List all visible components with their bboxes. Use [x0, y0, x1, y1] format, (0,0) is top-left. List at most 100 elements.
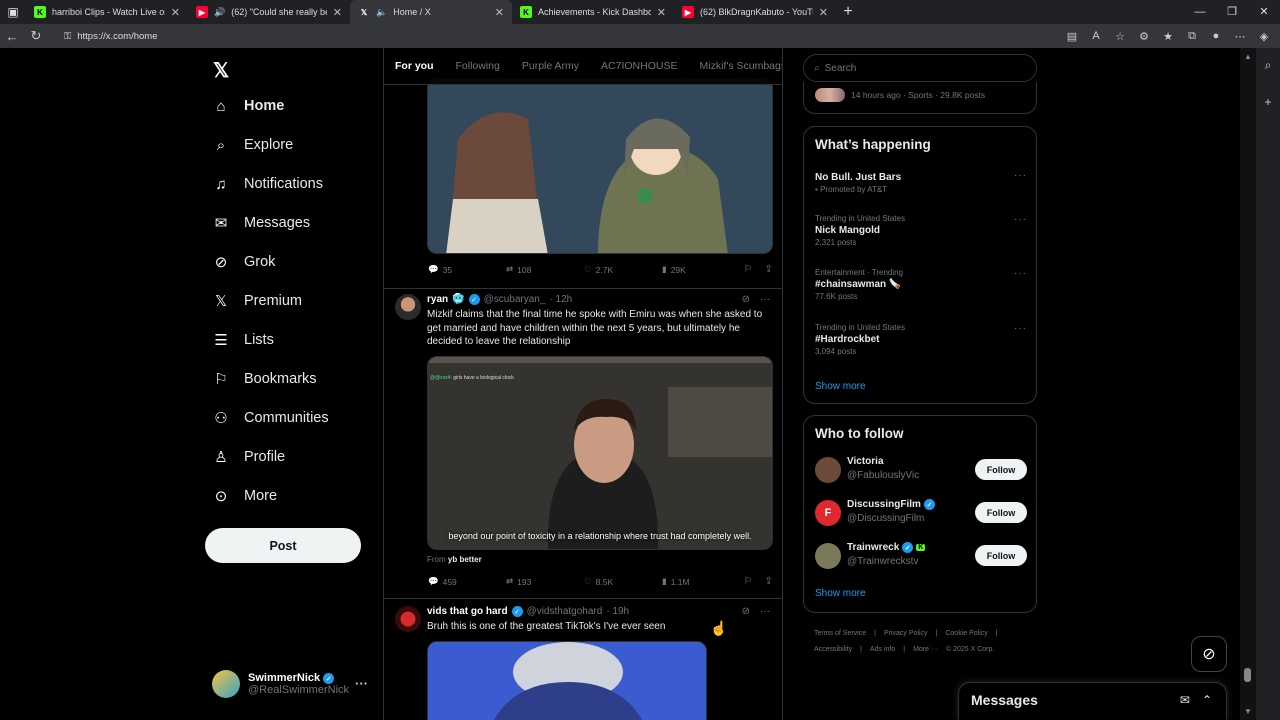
post-time[interactable]: · 19h — [606, 606, 629, 617]
post-media-video[interactable] — [427, 641, 707, 720]
share-icon[interactable]: ⇪ — [765, 264, 773, 275]
follow-button[interactable]: Follow — [975, 545, 1027, 566]
tab-ac7ionhouse[interactable]: AC7IONHOUSE — [590, 60, 688, 72]
trend-item[interactable]: Trending in United States Nick Mangold 2… — [815, 214, 1027, 247]
share-icon[interactable]: ⇪ — [765, 576, 773, 587]
post-media-video[interactable]: @@xxx4: girls have a biological clock be… — [427, 356, 773, 550]
nav-communities[interactable]: ⚇ Communities — [212, 409, 328, 427]
favorites-icon[interactable]: ★ — [1158, 30, 1178, 43]
trend-item[interactable]: No Bull. Just Bars ▪ Promoted by AT&T ··… — [815, 170, 1027, 194]
nav-grok[interactable]: ⊘ Grok — [212, 253, 276, 271]
reader-icon[interactable]: ▤ — [1062, 30, 1082, 43]
footer-link[interactable]: More ··· — [913, 646, 938, 653]
speaker-icon[interactable]: 🔈 — [376, 7, 387, 18]
footer-link[interactable]: Ads info — [870, 646, 895, 653]
browser-tab[interactable]: K Achievements - Kick Dashboard ✕ — [512, 0, 674, 24]
expand-chevron-icon[interactable]: ⌃ — [1202, 693, 1212, 707]
favorite-star-icon[interactable]: ☆ — [1110, 30, 1130, 43]
footer-link[interactable]: Cookie Policy — [945, 630, 987, 637]
repost-button[interactable]: ⇄ 108 — [506, 264, 584, 275]
browser-tab[interactable]: ▶ (62) BlkDragnKabuto - YouTube ✕ — [674, 0, 836, 24]
reload-icon[interactable]: ↻ — [24, 28, 48, 44]
reply-button[interactable]: 💬 459 — [428, 576, 506, 587]
nav-profile[interactable]: ♙ Profile — [212, 448, 285, 466]
nav-bookmarks[interactable]: ⚐ Bookmarks — [212, 370, 316, 388]
site-info-icon[interactable]: ⚿ — [64, 31, 71, 42]
new-tab-button[interactable]: + — [836, 3, 860, 21]
account-switcher[interactable]: SwimmerNick ✓ @RealSwimmerNick ··· — [212, 670, 382, 698]
speaker-icon[interactable]: 🔊 — [214, 7, 225, 18]
more-icon[interactable]: ··· — [1014, 214, 1027, 225]
nav-lists[interactable]: ☰ Lists — [212, 331, 274, 349]
sports-trend-card[interactable]: 14 hours ago · Sports · 29.8K posts — [803, 82, 1037, 114]
close-window-icon[interactable]: ✕ — [1248, 0, 1280, 24]
grok-explain-icon[interactable]: ⊘ — [742, 606, 750, 617]
maximize-icon[interactable]: ❐ — [1216, 0, 1248, 24]
post-time[interactable]: · 12h — [549, 294, 572, 305]
scroll-down-icon[interactable]: ▼ — [1244, 707, 1252, 716]
bookmark-icon[interactable]: ⚐ — [744, 576, 753, 587]
footer-link[interactable]: Privacy Policy — [884, 630, 928, 637]
from-source[interactable]: yb better — [448, 555, 482, 564]
avatar[interactable] — [395, 294, 421, 320]
extensions-icon[interactable]: ⚙ — [1134, 30, 1154, 43]
nav-more[interactable]: ⊙ More — [212, 487, 277, 505]
tab-following[interactable]: Following — [445, 60, 511, 72]
collections-icon[interactable]: ⧉ — [1182, 30, 1202, 43]
views-button[interactable]: ▮ 1.1M — [662, 576, 740, 587]
browser-tab[interactable]: K harriboi Clips - Watch Live on Kick ✕ — [26, 0, 188, 24]
search-input[interactable]: ⌕ Search — [803, 54, 1037, 82]
show-more-link[interactable]: Show more — [815, 588, 866, 599]
profile-avatar-icon[interactable]: ● — [1206, 30, 1226, 42]
back-icon[interactable]: ← — [0, 29, 24, 44]
reply-button[interactable]: 💬 35 — [428, 264, 506, 275]
post-button[interactable]: Post — [205, 528, 361, 563]
footer-link[interactable]: Accessibility — [814, 646, 852, 653]
nav-explore[interactable]: ⌕ Explore — [212, 136, 293, 154]
page-scrollbar[interactable]: ▲ ▼ — [1240, 48, 1256, 720]
close-tab-icon[interactable]: ✕ — [657, 6, 666, 19]
like-button[interactable]: ♡ 8.5K — [584, 576, 662, 587]
copilot-icon[interactable]: ◈ — [1254, 30, 1274, 43]
avatar[interactable] — [395, 606, 421, 632]
nav-home[interactable]: ⌂ Home — [212, 97, 284, 115]
more-icon[interactable]: ··· — [1014, 268, 1027, 279]
browser-tab[interactable]: ▶ 🔊 (62) "Could she really be here ✕ — [188, 0, 350, 24]
account-more-icon[interactable]: ··· — [355, 676, 368, 691]
close-tab-icon[interactable]: ✕ — [333, 6, 342, 19]
show-more-link[interactable]: Show more — [815, 381, 866, 392]
close-tab-icon[interactable]: ✕ — [171, 6, 180, 19]
tab-for-you[interactable]: For you — [384, 60, 445, 72]
follow-button[interactable]: Follow — [975, 459, 1027, 480]
close-tab-icon[interactable]: ✕ — [819, 6, 828, 19]
footer-link[interactable]: Terms of Service — [814, 630, 866, 637]
url-field[interactable]: ⚿ https://x.com/home — [58, 27, 1078, 45]
more-icon[interactable]: ··· — [1014, 170, 1027, 181]
follow-suggestion[interactable]: Victoria @FabulouslyVic Follow — [815, 456, 1027, 486]
bookmark-icon[interactable]: ⚐ — [744, 264, 753, 275]
close-tab-icon[interactable]: ✕ — [495, 6, 504, 19]
trend-item[interactable]: Trending in United States #Hardrockbet 3… — [815, 323, 1027, 356]
like-button[interactable]: ♡ 2.7K — [584, 264, 662, 275]
tab-mizkifs-scumbags[interactable]: Mizkif's Scumbags — [688, 60, 782, 72]
read-aloud-icon[interactable]: A — [1086, 30, 1106, 42]
more-icon[interactable]: ··· — [760, 606, 770, 617]
sidebar-add-icon[interactable]: + — [1264, 95, 1271, 109]
author-handle[interactable]: @scubaryan_ — [484, 294, 546, 305]
more-icon[interactable]: ··· — [760, 294, 770, 305]
sidebar-search-icon[interactable]: ⌕ — [1265, 58, 1272, 73]
nav-messages[interactable]: ✉ Messages — [212, 214, 310, 232]
window-menu-icon[interactable]: ▣ — [0, 0, 26, 24]
menu-dots-icon[interactable]: ⋯ — [1230, 30, 1250, 43]
nav-premium[interactable]: 𝕏 Premium — [212, 292, 302, 310]
browser-tab-active[interactable]: 𝕏 🔈 Home / X ✕ — [350, 0, 512, 24]
messages-drawer[interactable]: Messages ✉ ⌃ — [958, 682, 1227, 720]
author-name[interactable]: vids that go hard — [427, 606, 508, 617]
trend-item[interactable]: Entertainment · Trending #chainsawman 🪚 … — [815, 268, 1027, 301]
minimize-icon[interactable]: — — [1184, 0, 1216, 24]
x-logo-icon[interactable]: 𝕏 — [213, 58, 229, 83]
grok-fab-icon[interactable]: ⊘ — [1191, 636, 1227, 672]
grok-explain-icon[interactable]: ⊘ — [742, 294, 750, 305]
views-button[interactable]: ▮ 29K — [662, 264, 740, 275]
more-icon[interactable]: ··· — [1014, 323, 1027, 334]
